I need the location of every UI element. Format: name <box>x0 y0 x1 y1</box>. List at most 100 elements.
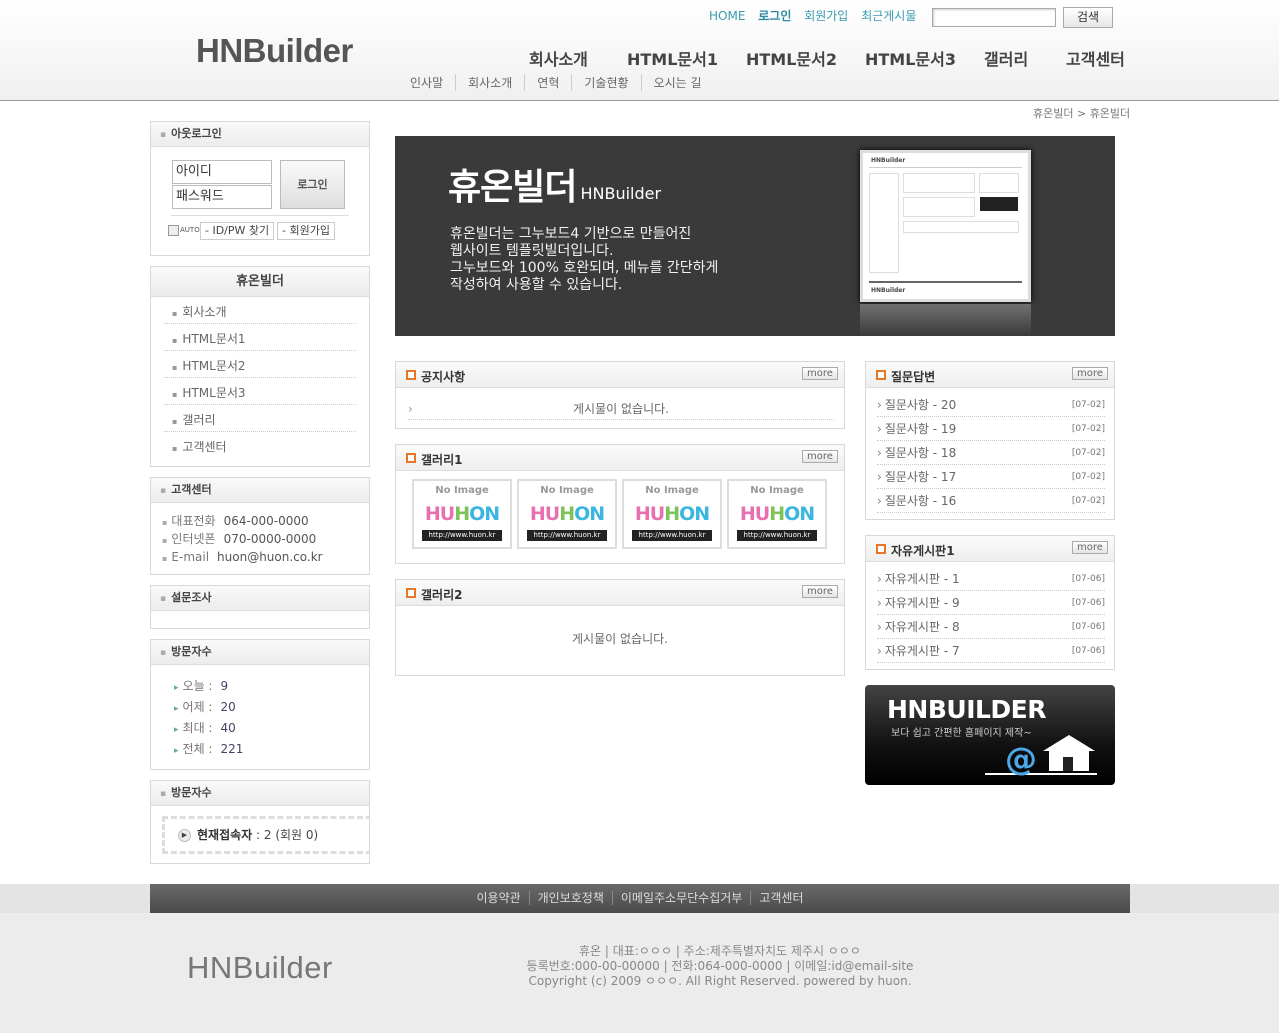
gallery1-more-button[interactable]: more <box>802 450 838 463</box>
subnav-directions[interactable]: 오시는 길 <box>640 74 714 91</box>
nav-company[interactable]: 회사소개 <box>529 46 588 70</box>
screenshot-logo: HNBuilder <box>871 157 906 164</box>
footer-link-customer[interactable]: 고객센터 <box>750 891 812 905</box>
join-button[interactable]: - 회원가입 <box>277 222 335 240</box>
email-value[interactable]: huon@huon.co.kr <box>217 550 323 564</box>
current-connections[interactable]: ▶ 현재접속자 : 2 (회원 0) <box>162 816 369 854</box>
find-id-pw-button[interactable]: - ID/PW 찾기 <box>200 222 275 240</box>
gallery-thumbnail[interactable]: No Image HUHON http://www.huon.kr <box>517 479 617 549</box>
free-board-title[interactable]: 자유게시판1 <box>876 542 955 559</box>
side-menu: 휴온빌더 회사소개 HTML문서1 HTML문서2 HTML문서3 갤러리 고객… <box>150 266 370 467</box>
hnbuilder-banner[interactable]: HNBUILDER 보다 쉽고 간편한 홈페이지 제작~ @ <box>865 685 1115 785</box>
list-item-title: 질문사항 - 16 <box>877 494 956 508</box>
thumb-url: http://www.huon.kr <box>422 530 502 541</box>
no-image-label: No Image <box>750 485 804 496</box>
no-image-label: No Image <box>540 485 594 496</box>
qna-more-button[interactable]: more <box>1072 367 1108 380</box>
login-link[interactable]: 로그인 <box>758 9 791 23</box>
list-item[interactable]: 자유게시판 - 1 [07-06] <box>877 567 1105 591</box>
notice-panel: 공지사항 more › 게시물이 없습니다. <box>395 361 845 429</box>
side-menu-item[interactable]: HTML문서3 <box>164 378 356 405</box>
screenshot-reflection <box>860 304 1031 336</box>
list-item[interactable]: 질문사항 - 19 [07-02] <box>877 417 1105 441</box>
subnav-greeting[interactable]: 인사말 <box>410 74 455 91</box>
nav-gallery[interactable]: 갤러리 <box>984 46 1028 70</box>
nav-html2[interactable]: HTML문서2 <box>746 46 837 70</box>
list-item[interactable]: 자유게시판 - 8 [07-06] <box>877 615 1105 639</box>
list-item-title: 질문사항 - 19 <box>877 422 956 436</box>
side-menu-item[interactable]: HTML문서2 <box>164 351 356 378</box>
list-item[interactable]: 자유게시판 - 9 [07-06] <box>877 591 1105 615</box>
list-item[interactable]: 자유게시판 - 7 [07-06] <box>877 639 1105 663</box>
side-menu-item[interactable]: HTML문서1 <box>164 324 356 351</box>
footer-info-line: 등록번호:000-00-00000 | 전화:064-000-0000 | 이메… <box>526 959 914 973</box>
subnav-history[interactable]: 연혁 <box>524 74 571 91</box>
side-menu-item[interactable]: 갤러리 <box>164 405 356 432</box>
notice-empty-row: › 게시물이 없습니다. <box>408 398 834 420</box>
phone-label: 대표전화 <box>162 514 216 528</box>
find-id-pw-label: ID/PW 찾기 <box>212 224 270 237</box>
banner-title-main: 휴온빌더 <box>448 167 577 208</box>
customer-center-title: 고객센터 <box>151 478 369 503</box>
notice-title[interactable]: 공지사항 <box>406 368 465 385</box>
login-button[interactable]: 로그인 <box>280 160 345 209</box>
qna-title[interactable]: 질문답변 <box>876 368 935 385</box>
password-input[interactable]: 패스워드 <box>172 185 272 209</box>
free-board-more-button[interactable]: more <box>1072 541 1108 554</box>
visitors-max-value: 40 <box>220 721 236 735</box>
site-logo[interactable]: HNBuilder <box>196 32 353 70</box>
screenshot-panel <box>979 173 1019 193</box>
email-label: E-mail <box>162 550 209 564</box>
site-screenshot-thumbnail: HNBuilder HNBuilder <box>860 150 1031 302</box>
gallery1-title[interactable]: 갤러리1 <box>406 451 462 468</box>
side-menu-item[interactable]: 회사소개 <box>164 297 356 324</box>
notice-more-button[interactable]: more <box>802 367 838 380</box>
gallery-thumbnail[interactable]: No Image HUHON http://www.huon.kr <box>727 479 827 549</box>
login-divider <box>171 215 349 216</box>
footer-links: 이용약관 개인보호정책 이메일주소무단수집거부 고객센터 <box>150 884 1130 913</box>
gallery-thumbnail[interactable]: No Image HUHON http://www.huon.kr <box>412 479 512 549</box>
connect-label: 현재접속자 <box>197 828 253 842</box>
footer-info: 휴온 | 대표:ㅇㅇㅇ | 주소:제주특별자치도 제주시 ㅇㅇㅇ 등록번호:00… <box>470 944 970 989</box>
join-link[interactable]: 회원가입 <box>804 9 848 23</box>
visitors-yesterday: 어제 : 20 <box>151 697 369 718</box>
gallery2-title[interactable]: 갤러리2 <box>406 586 462 603</box>
free-board-head: 자유게시판1 more <box>866 536 1114 562</box>
subnav-tech[interactable]: 기술현황 <box>571 74 640 91</box>
side-menu-item[interactable]: 고객센터 <box>164 432 356 459</box>
no-image-label: No Image <box>435 485 489 496</box>
list-item[interactable]: 질문사항 - 20 [07-02] <box>877 393 1105 417</box>
recent-posts-link[interactable]: 최근게시물 <box>861 9 916 23</box>
qna-head: 질문답변 more <box>866 362 1114 388</box>
nav-html1[interactable]: HTML문서1 <box>627 46 718 70</box>
footer-link-terms[interactable]: 이용약관 <box>468 891 528 905</box>
nav-html3[interactable]: HTML문서3 <box>865 46 956 70</box>
list-item-date: [07-06] <box>1071 622 1105 632</box>
thumb-url: http://www.huon.kr <box>737 530 817 541</box>
nav-customer[interactable]: 고객센터 <box>1066 46 1125 70</box>
footer-link-privacy[interactable]: 개인보호정책 <box>528 891 612 905</box>
user-id-input[interactable]: 아이디 <box>172 160 272 184</box>
search-button[interactable]: 검색 <box>1063 7 1113 28</box>
list-item[interactable]: 질문사항 - 16 [07-02] <box>877 489 1105 513</box>
gallery2-more-button[interactable]: more <box>802 585 838 598</box>
side-menu-title: 휴온빌더 <box>151 267 369 297</box>
free-board-panel: 자유게시판1 more 자유게시판 - 1 [07-06] 자유게시판 - 9 [0… <box>865 535 1115 670</box>
search-input[interactable] <box>932 8 1056 27</box>
auto-login-checkbox[interactable] <box>168 225 179 236</box>
site-header: HNBuilder HOME 로그인 회원가입 최근게시물 검색 회사소개 HT… <box>0 0 1279 101</box>
phone-value: 064-000-0000 <box>223 514 309 528</box>
list-item[interactable]: 질문사항 - 18 [07-02] <box>877 441 1105 465</box>
gallery-thumbnail[interactable]: No Image HUHON http://www.huon.kr <box>622 479 722 549</box>
visitors-yesterday-value: 20 <box>220 700 236 714</box>
footer-link-email-refusal[interactable]: 이메일주소무단수집거부 <box>611 891 751 905</box>
list-item[interactable]: 질문사항 - 17 [07-02] <box>877 465 1105 489</box>
home-link[interactable]: HOME <box>709 9 745 23</box>
visitors-total-value: 221 <box>220 742 244 756</box>
voip-row: 인터넷폰 070-0000-0000 <box>151 530 369 548</box>
notice-empty-text: 게시물이 없습니다. <box>573 402 669 416</box>
huon-logo-image: HUHON <box>634 503 710 525</box>
huon-logo-image: HUHON <box>739 503 815 525</box>
list-item-date: [07-02] <box>1071 400 1105 410</box>
subnav-company[interactable]: 회사소개 <box>455 74 524 91</box>
